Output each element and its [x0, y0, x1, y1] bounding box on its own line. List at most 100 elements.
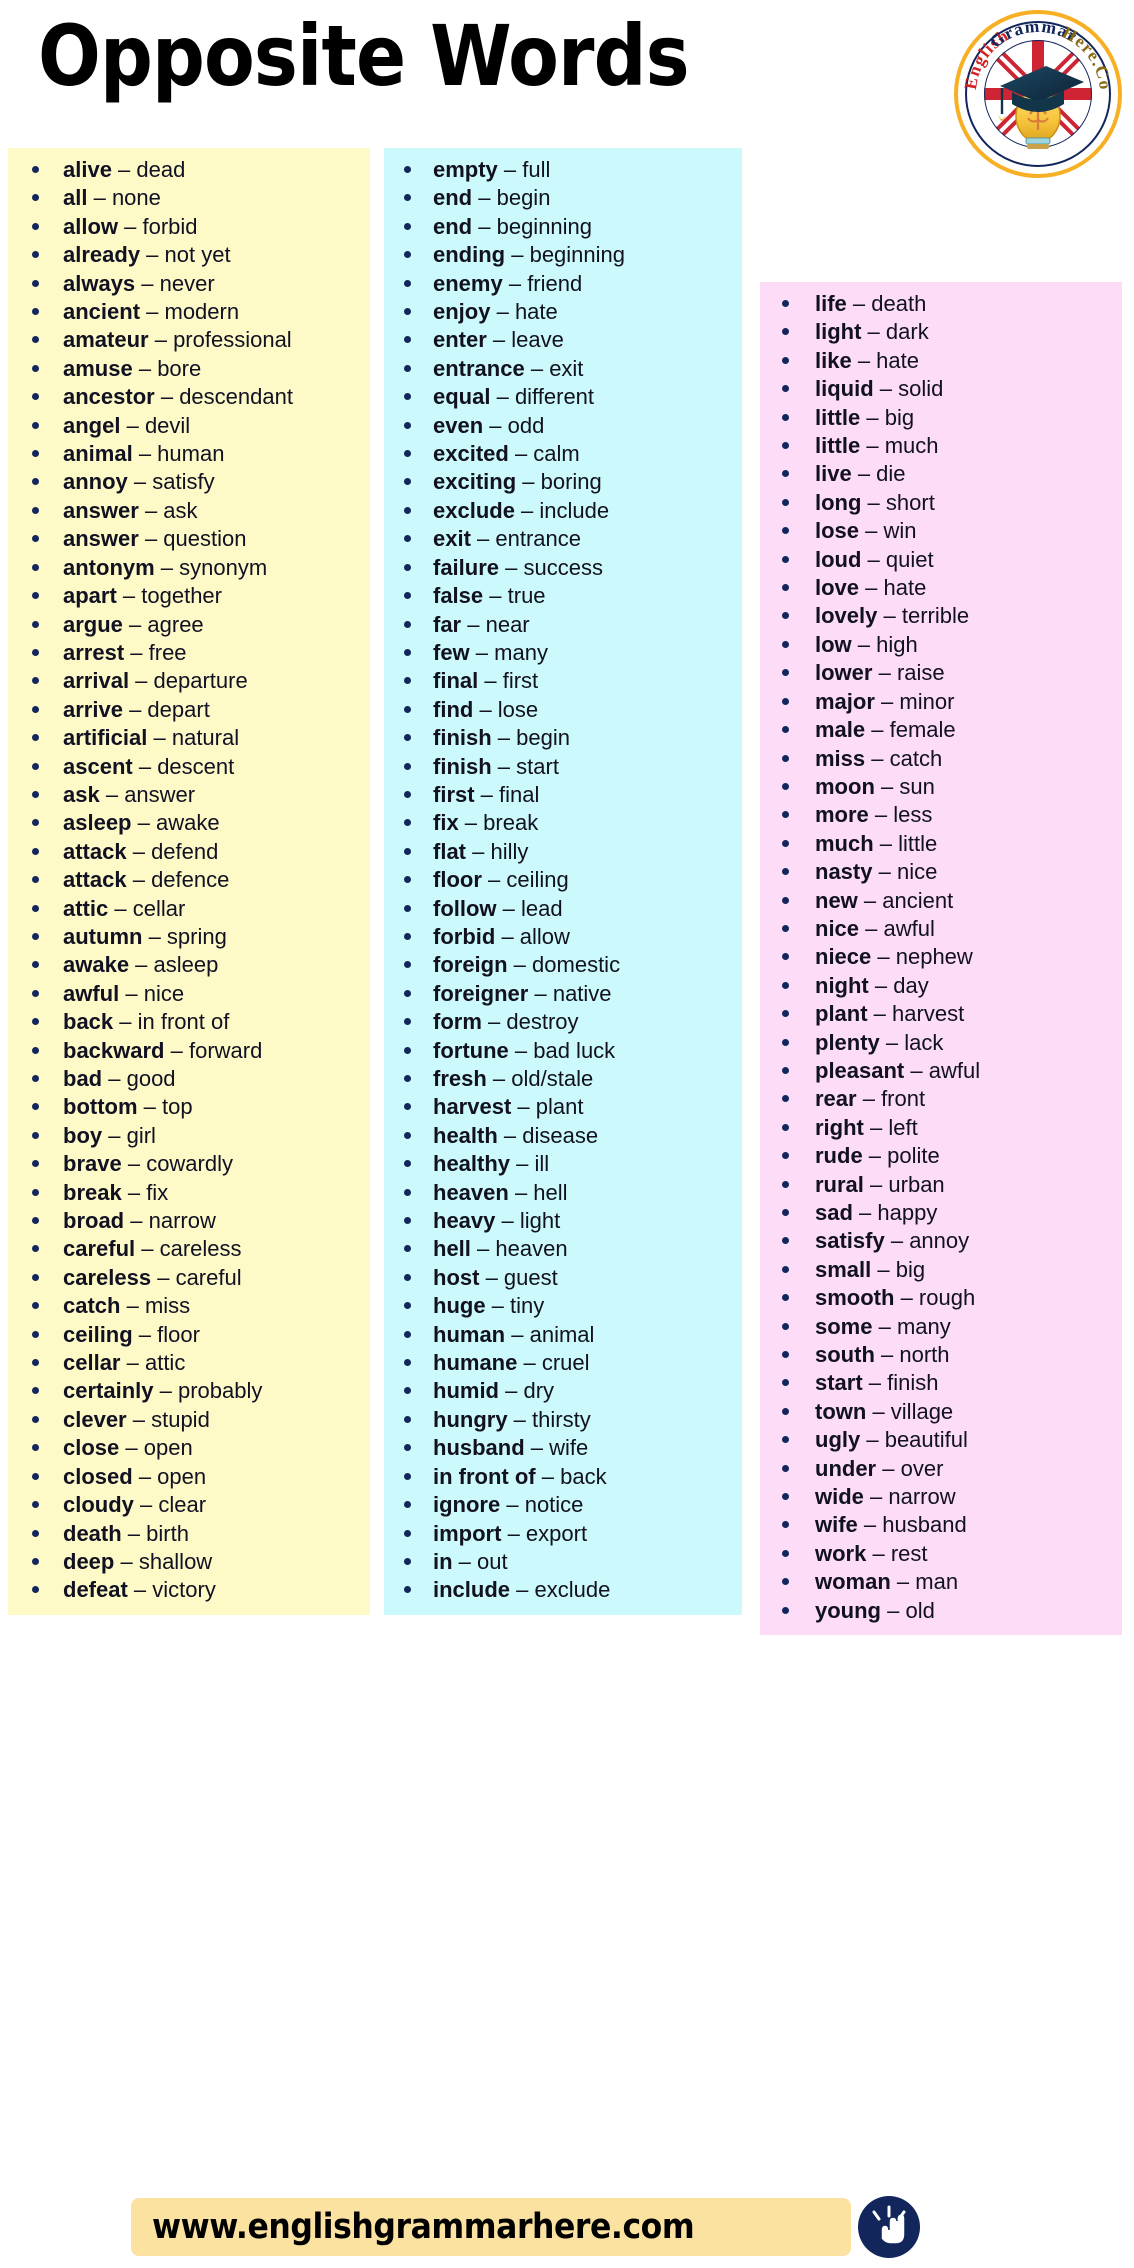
- word-pair: apart – together: [39, 582, 364, 610]
- word-separator: –: [469, 639, 495, 665]
- bullet-icon: [32, 336, 39, 344]
- word-separator: –: [474, 781, 500, 807]
- word-opposite: free: [148, 639, 187, 665]
- word-term: backward: [63, 1037, 165, 1063]
- word-term: sad: [815, 1200, 853, 1225]
- word-pair-item: break – fix: [14, 1179, 364, 1207]
- word-pair-item: rude – polite: [766, 1142, 1116, 1170]
- word-term: wide: [815, 1484, 864, 1510]
- word-pair: amuse – bore: [39, 355, 364, 383]
- word-pair: false – true: [411, 582, 736, 610]
- word-separator: –: [132, 1321, 158, 1347]
- word-separator: –: [111, 157, 137, 182]
- word-opposite: awake: [155, 810, 220, 836]
- word-pair: close – open: [39, 1434, 364, 1462]
- word-pair-item: under – over: [766, 1455, 1116, 1483]
- word-pair: plant – harvest: [789, 1000, 1116, 1028]
- word-separator: –: [524, 355, 550, 381]
- word-separator: –: [472, 185, 497, 211]
- word-pair-item: work – rest: [766, 1540, 1116, 1568]
- word-separator: –: [874, 773, 900, 799]
- word-separator: –: [857, 1512, 883, 1538]
- word-term: under: [815, 1455, 877, 1481]
- word-separator: –: [491, 753, 517, 779]
- word-pair-item: few – many: [390, 639, 736, 667]
- word-term: huge: [433, 1293, 486, 1319]
- word-pair: final – first: [411, 667, 736, 695]
- word-pair-text: more – less: [789, 801, 1116, 829]
- word-separator: –: [535, 1463, 561, 1489]
- word-term: human: [433, 1321, 506, 1347]
- word-pair-item: love – hate: [766, 574, 1116, 602]
- word-term: follow: [433, 895, 497, 921]
- word-pair-text: awake – asleep: [39, 951, 364, 979]
- word-pair-text: niece – nephew: [789, 943, 1116, 971]
- word-opposite: ancient: [882, 887, 954, 913]
- word-opposite: cruel: [541, 1350, 590, 1376]
- bullet-icon: [404, 819, 411, 827]
- word-pair: failure – success: [411, 554, 736, 582]
- word-term: some: [815, 1313, 873, 1339]
- word-separator: –: [863, 1114, 889, 1140]
- bullet-icon: [32, 1018, 39, 1026]
- word-term: allow: [63, 213, 119, 239]
- footer-website-url[interactable]: www.englishgrammarhere.com: [152, 2204, 773, 2250]
- word-opposite: beginning: [496, 213, 593, 239]
- word-term: bottom: [63, 1094, 138, 1120]
- word-pair-text: new – ancient: [789, 887, 1116, 915]
- word-list-1: alive – dead all – none allow – forbid alre…: [14, 156, 364, 1605]
- bullet-icon: [32, 932, 39, 940]
- word-pair-item: nice – awful: [766, 915, 1116, 943]
- word-term: major: [815, 688, 875, 714]
- word-opposite: happy: [877, 1200, 938, 1225]
- word-opposite: allow: [519, 923, 570, 949]
- word-term: back: [63, 1009, 114, 1035]
- word-pair-item: amateur – professional: [14, 326, 364, 354]
- word-term: clever: [63, 1406, 127, 1432]
- word-pair-item: fix – break: [390, 809, 736, 837]
- word-pair: entrance – exit: [411, 355, 736, 383]
- word-opposite: near: [485, 611, 530, 637]
- word-opposite: annoy: [909, 1228, 970, 1254]
- word-opposite: narrow: [888, 1484, 956, 1510]
- word-pair-item: ceiling – floor: [14, 1321, 364, 1349]
- word-separator: –: [87, 185, 112, 211]
- word-opposite: man: [915, 1569, 959, 1595]
- word-term: ancestor: [63, 384, 155, 410]
- word-opposite: miss: [144, 1293, 191, 1319]
- word-opposite: include: [539, 497, 610, 523]
- word-pair: attack – defend: [39, 838, 364, 866]
- bullet-icon: [404, 762, 411, 770]
- word-term: satisfy: [815, 1228, 885, 1254]
- word-column-1: alive – dead all – none allow – forbid alre…: [8, 148, 370, 1615]
- word-pair: work – rest: [789, 1540, 1116, 1568]
- word-separator: –: [478, 668, 503, 694]
- word-pair-text: close – open: [39, 1434, 364, 1462]
- bullet-icon: [32, 1245, 39, 1253]
- word-separator: –: [140, 242, 165, 268]
- bullet-icon: [32, 1501, 39, 1509]
- word-term: entrance: [433, 355, 525, 381]
- word-separator: –: [859, 915, 884, 941]
- word-pair-text: major – minor: [789, 688, 1116, 716]
- word-term: ending: [433, 242, 506, 268]
- word-opposite: high: [876, 631, 918, 657]
- bullet-icon: [404, 705, 411, 713]
- word-pair-text: fix – break: [411, 809, 736, 837]
- word-pair: amateur – professional: [39, 326, 364, 354]
- bullet-icon: [404, 847, 411, 855]
- word-pair-text: rear – front: [789, 1085, 1116, 1113]
- word-opposite: never: [159, 270, 215, 296]
- bullet-icon: [32, 421, 39, 429]
- word-separator: –: [894, 1285, 919, 1311]
- word-separator: –: [142, 923, 167, 949]
- bullet-icon: [782, 328, 789, 336]
- bullet-icon: [32, 989, 39, 997]
- word-pair-item: plenty – lack: [766, 1029, 1116, 1057]
- bullet-icon: [782, 1521, 789, 1529]
- word-pair-text: ending – beginning: [411, 241, 736, 269]
- word-pair-text: some – many: [789, 1313, 1116, 1341]
- word-pair-text: form – destroy: [411, 1008, 736, 1036]
- word-pair: find – lose: [411, 696, 736, 724]
- bullet-icon: [32, 961, 39, 969]
